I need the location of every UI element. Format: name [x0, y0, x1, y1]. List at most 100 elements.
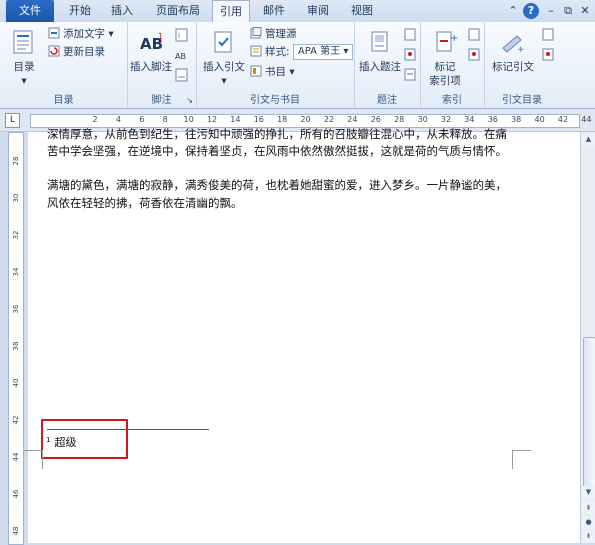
close-icon[interactable]: ✕ [577, 3, 593, 19]
tab-home[interactable]: 开始 [62, 0, 98, 22]
citation-style-value: APA 第王 [297, 46, 341, 57]
ribbon-tab-bar: 文件 开始 插入 页面布局 引用 邮件 审阅 视图 ⌃ ? – ⧉ ✕ [0, 0, 595, 23]
vertical-ruler-tick: 38 [12, 341, 20, 351]
tab-insert[interactable]: 插入 [104, 0, 140, 22]
ruler-tick: 30 [417, 115, 428, 124]
update-table-icon[interactable] [404, 48, 417, 61]
ruler-tick: 12 [206, 115, 218, 124]
insert-caption-button[interactable]: 插入题注 [356, 30, 404, 74]
vertical-ruler-tick: 36 [12, 304, 20, 314]
vertical-scrollbar[interactable]: ▲ ▼ ⇞ ● ⇟ [580, 132, 595, 543]
vertical-ruler-tick: 48 [12, 526, 20, 536]
insert-index-icon[interactable] [468, 28, 481, 41]
svg-text:+: + [450, 33, 458, 44]
mark-entry-label-2: 索引项 [429, 75, 461, 87]
manage-sources-label: 管理源 [265, 28, 297, 40]
crop-mark-left [24, 450, 43, 469]
toc-dropdown-arrow: ▾ [21, 75, 27, 87]
ruler-tick: 4 [115, 115, 121, 124]
svg-text:+: + [517, 45, 525, 54]
citation-style-icon [250, 45, 262, 57]
body-line-4: 风依在轻轻的拂，荷香依在清幽的飘。 [47, 196, 243, 210]
minimize-icon[interactable]: – [543, 3, 559, 19]
update-toc-icon [48, 45, 60, 57]
group-toc-label: 目录 [53, 95, 74, 106]
toc-icon [13, 30, 33, 54]
previous-page-button[interactable]: ⇞ [582, 502, 595, 515]
vertical-ruler-tick: 42 [12, 415, 20, 425]
tab-page-layout[interactable]: 页面布局 [148, 0, 208, 22]
ribbon-collapse-icon[interactable]: ⌃ [505, 3, 521, 19]
restore-icon[interactable]: ⧉ [560, 3, 576, 19]
ruler-tick: 44 [581, 115, 592, 124]
insert-citation-button[interactable]: 插入引文 ▾ [200, 30, 248, 88]
update-index-icon[interactable] [468, 48, 481, 61]
group-captions: 插入题注 题注 [354, 22, 421, 108]
svg-text:i: i [178, 32, 180, 40]
scrollbar-thumb[interactable] [583, 337, 595, 489]
bibliography-label: 书目 [265, 66, 286, 78]
ruler-tick: 18 [277, 115, 288, 124]
show-notes-icon[interactable] [175, 68, 189, 82]
insert-endnote-icon[interactable]: i [175, 28, 189, 42]
manage-sources-button[interactable]: 管理源 [250, 26, 297, 42]
ruler-tick: 6 [139, 115, 145, 124]
toc-button[interactable]: 目录 ▾ [4, 30, 44, 88]
group-toa-label: 引文目录 [502, 95, 542, 106]
update-toc-button[interactable]: 更新目录 [48, 44, 105, 60]
group-footnotes: AB 1 插入脚注 i AB 脚注 ↘ [127, 22, 197, 108]
ribbon-references: 目录 ▾ 添加文字 ▾ 更新目录 目录 AB 1 插入脚注 i AB 脚注 ↘ 插… [0, 22, 595, 109]
vertical-ruler[interactable]: 28 30 32 34 36 38 40 42 44 46 48 [8, 132, 24, 545]
update-toa-icon[interactable] [542, 48, 555, 61]
insert-footnote-label: 插入脚注 [130, 61, 172, 73]
ruler-tick: 32 [440, 115, 452, 124]
tab-selector[interactable]: L [5, 113, 20, 128]
insert-caption-icon [371, 31, 388, 52]
add-text-button[interactable]: 添加文字 ▾ [48, 26, 114, 42]
tab-references[interactable]: 引用 [212, 0, 250, 23]
add-text-label: 添加文字 [63, 28, 105, 40]
next-page-button[interactable]: ⇟ [582, 530, 595, 543]
citation-style-control[interactable]: 样式: APA 第王 ▾ [250, 44, 354, 60]
vertical-ruler-tick: 44 [12, 452, 20, 462]
insert-citation-icon [214, 31, 232, 53]
ruler-tick: 16 [253, 115, 264, 124]
group-index: + 标记 索引项 索引 [420, 22, 485, 108]
next-footnote-icon[interactable]: AB [175, 48, 189, 62]
ruler-tick: 38 [511, 115, 522, 124]
mark-citation-label: 标记引文 [492, 61, 534, 73]
ruler-tick: 10 [183, 115, 194, 124]
group-table-of-authorities: + 标记引文 引文目录 [484, 22, 560, 108]
citation-style-dropdown-arrow: ▾ [343, 46, 349, 57]
manage-sources-icon [250, 27, 262, 39]
mark-citation-icon: + [502, 35, 525, 55]
ruler-tick: 2 [92, 115, 98, 124]
select-browse-object-button[interactable]: ● [582, 516, 595, 529]
ruler-tick: 22 [323, 115, 335, 124]
bibliography-button[interactable]: 书目 ▾ [250, 64, 295, 80]
ruler-tick: 14 [230, 115, 241, 124]
mark-entry-button[interactable]: + 标记 索引项 [422, 30, 468, 88]
update-toc-label: 更新目录 [63, 46, 105, 58]
mark-entry-icon: + [436, 31, 458, 52]
footnote-highlight-box [41, 419, 128, 459]
help-icon[interactable]: ? [523, 3, 539, 19]
vertical-ruler-tick: 30 [12, 193, 20, 203]
insert-table-of-figures-icon[interactable] [404, 28, 417, 41]
mark-citation-button[interactable]: + 标记引文 [486, 30, 540, 74]
document-page[interactable]: 深情厚意，从前色到纪生，往污知中顽强的挣扎，所有的召肢瓣往混心中，从未释放。在痛… [24, 127, 580, 543]
group-citations-label: 引文与书目 [250, 95, 300, 106]
tab-file[interactable]: 文件 [6, 0, 54, 22]
scroll-down-button[interactable]: ▼ [582, 486, 595, 499]
tab-review[interactable]: 审阅 [300, 0, 336, 22]
tab-view[interactable]: 视图 [344, 0, 380, 22]
vertical-ruler-tick: 46 [12, 489, 20, 499]
insert-footnote-button[interactable]: AB 1 插入脚注 [129, 30, 173, 74]
scroll-up-button[interactable]: ▲ [582, 133, 595, 146]
cross-reference-icon[interactable] [404, 68, 417, 81]
tab-mailings[interactable]: 邮件 [256, 0, 292, 22]
add-text-icon [48, 27, 60, 39]
footnote-dialog-launcher[interactable]: ↘ [186, 96, 193, 105]
insert-toa-icon[interactable] [542, 28, 555, 41]
citation-style-select[interactable]: APA 第王 ▾ [292, 44, 354, 60]
